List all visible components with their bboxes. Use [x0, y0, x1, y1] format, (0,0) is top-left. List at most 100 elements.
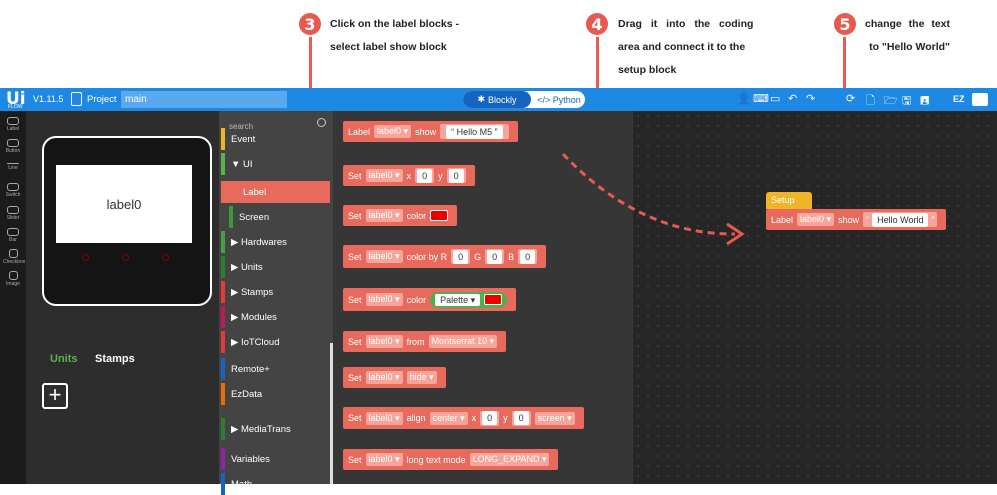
category-iotcloud[interactable]: ▶ IoTCloud: [221, 331, 330, 353]
label-dropdown[interactable]: label0 ▾: [365, 453, 403, 466]
label-dropdown[interactable]: label0 ▾: [365, 250, 403, 263]
search-icon[interactable]: [317, 118, 326, 127]
number-field[interactable]: 0: [513, 411, 529, 425]
number-input[interactable]: 0: [480, 410, 500, 426]
open-folder-icon[interactable]: 🗁: [884, 92, 898, 107]
undo-icon[interactable]: ↶: [788, 92, 797, 107]
project-icon[interactable]: [71, 92, 82, 106]
palette-block[interactable]: Palette ▾: [430, 291, 508, 308]
stamps-tab[interactable]: Stamps: [95, 353, 135, 365]
palette-dropdown[interactable]: Palette ▾: [435, 293, 481, 306]
label-dropdown[interactable]: label0 ▾: [365, 169, 403, 182]
number-field[interactable]: 0: [453, 249, 469, 264]
category-color-bar: [229, 206, 233, 228]
visibility-dropdown[interactable]: hide ▾: [406, 371, 437, 384]
number-input[interactable]: 0: [518, 249, 538, 264]
blockly-mode-button[interactable]: ✱ Blockly: [463, 91, 531, 108]
number-input[interactable]: 0: [485, 249, 505, 264]
label-dropdown[interactable]: label0 ▾: [365, 335, 403, 348]
category-hardwares[interactable]: ▶ Hardwares: [221, 231, 330, 253]
category-ezdata[interactable]: EzData: [221, 383, 330, 405]
units-tab[interactable]: Units: [50, 353, 78, 365]
set-long-mode-block[interactable]: Set label0 ▾ long text mode LONG_EXPAND …: [343, 449, 559, 470]
number-field[interactable]: 0: [520, 249, 536, 264]
category-color-bar: [221, 358, 225, 380]
step-3-badge: 3: [299, 13, 321, 35]
tool-line[interactable]: Line: [3, 163, 23, 171]
set-hide-block[interactable]: Set label0 ▾ hide ▾: [343, 367, 446, 388]
label-dropdown[interactable]: label0 ▾: [374, 125, 412, 138]
set-font-block[interactable]: Set label0 ▾ from Montserrat 10 ▾: [343, 331, 507, 352]
tool-slider[interactable]: Slider: [3, 206, 23, 221]
add-unit-button[interactable]: +: [42, 383, 68, 409]
user-icon[interactable]: 👤: [737, 92, 751, 107]
tool-checkbox[interactable]: Checkbox: [3, 249, 25, 265]
set-position-block[interactable]: Set label0 ▾ x 0 y 0: [343, 165, 475, 186]
tool-switch[interactable]: Switch: [3, 183, 23, 198]
category-screen[interactable]: Screen: [221, 206, 330, 228]
hello-world-field[interactable]: Hello World: [872, 212, 929, 227]
category-remote[interactable]: Remote+: [221, 358, 330, 380]
ezdata-icon[interactable]: [972, 93, 988, 106]
set-color-palette-block[interactable]: Set label0 ▾ color Palette ▾: [343, 288, 517, 311]
project-name-input[interactable]: [121, 91, 287, 108]
tool-label[interactable]: Label: [3, 117, 23, 132]
set-align-block[interactable]: Set label0 ▾ align center ▾ x 0 y 0 scre…: [343, 407, 584, 429]
new-file-icon[interactable]: 🗋: [866, 92, 875, 107]
number-field[interactable]: 0: [417, 168, 433, 183]
device-icon[interactable]: ▭: [770, 92, 780, 107]
label-dropdown[interactable]: label0 ▾: [365, 209, 403, 222]
number-field[interactable]: 0: [487, 249, 503, 264]
workspace-label-show-block[interactable]: Label label0 ▾ show “Hello World”: [766, 209, 947, 230]
category-event[interactable]: Event: [221, 128, 330, 150]
screen-label0[interactable]: label0: [107, 197, 142, 212]
string-input[interactable]: “ Hello M5 ”: [440, 124, 509, 139]
number-input[interactable]: 0: [511, 410, 531, 426]
ota-icon[interactable]: ⟳: [846, 92, 855, 107]
coding-workspace[interactable]: [633, 111, 997, 484]
label-dropdown[interactable]: label0 ▾: [365, 411, 403, 425]
save-as-icon[interactable]: 🖪: [920, 92, 929, 107]
category-stamps[interactable]: ▶ Stamps: [221, 281, 330, 303]
label-dropdown[interactable]: label0 ▾: [365, 293, 403, 306]
python-mode-button[interactable]: </> Python: [533, 91, 585, 108]
label-dropdown[interactable]: label0 ▾: [797, 213, 835, 226]
category-ui[interactable]: ▼ UI: [221, 153, 330, 175]
category-label[interactable]: Label: [221, 181, 330, 203]
text-field[interactable]: “ Hello M5 ”: [446, 124, 503, 139]
font-dropdown[interactable]: Montserrat 10 ▾: [428, 335, 498, 348]
set-color-rgb-block[interactable]: Set label0 ▾ color by R 0 G 0 B 0: [343, 245, 547, 268]
set-color-block[interactable]: Set label0 ▾ color: [343, 205, 458, 226]
keyboard-icon[interactable]: ⌨: [753, 92, 769, 107]
tool-image[interactable]: Image: [3, 271, 23, 287]
number-input[interactable]: 0: [415, 168, 435, 183]
align-dropdown[interactable]: center ▾: [429, 411, 468, 425]
ez-label[interactable]: EZ: [953, 94, 965, 109]
palette-color-swatch[interactable]: [484, 294, 503, 305]
color-swatch[interactable]: [430, 210, 449, 221]
long-mode-dropdown[interactable]: LONG_EXPAND ▾: [469, 453, 550, 466]
label-show-block[interactable]: Label label0 ▾ show “ Hello M5 ”: [343, 121, 518, 142]
number-input[interactable]: 0: [451, 249, 471, 264]
project-label[interactable]: Project: [87, 94, 117, 105]
screen-dropdown[interactable]: screen ▾: [534, 411, 575, 425]
number-input[interactable]: 0: [446, 168, 466, 183]
tool-button[interactable]: Button: [3, 139, 23, 154]
tool-bar[interactable]: Bar: [3, 228, 23, 243]
label-dropdown[interactable]: label0 ▾: [365, 371, 403, 384]
setup-block[interactable]: Setup: [766, 192, 812, 209]
step-3-line2: select label show block: [330, 41, 447, 53]
number-field[interactable]: 0: [482, 411, 498, 425]
device-screen[interactable]: label0: [56, 165, 192, 243]
save-icon[interactable]: 🖫: [902, 92, 911, 107]
category-mediatrans[interactable]: ▶ MediaTrans: [221, 418, 330, 440]
category-variables[interactable]: Variables: [221, 448, 330, 470]
number-field[interactable]: 0: [448, 168, 464, 183]
step-4-line2: area and connect it to the: [618, 41, 746, 53]
redo-icon[interactable]: ↷: [806, 92, 815, 107]
category-units[interactable]: ▶ Units: [221, 256, 330, 278]
block-keyword: x: [406, 170, 412, 181]
category-modules[interactable]: ▶ Modules: [221, 306, 330, 328]
category-math[interactable]: Math: [221, 473, 330, 495]
string-input[interactable]: “Hello World”: [863, 212, 938, 227]
